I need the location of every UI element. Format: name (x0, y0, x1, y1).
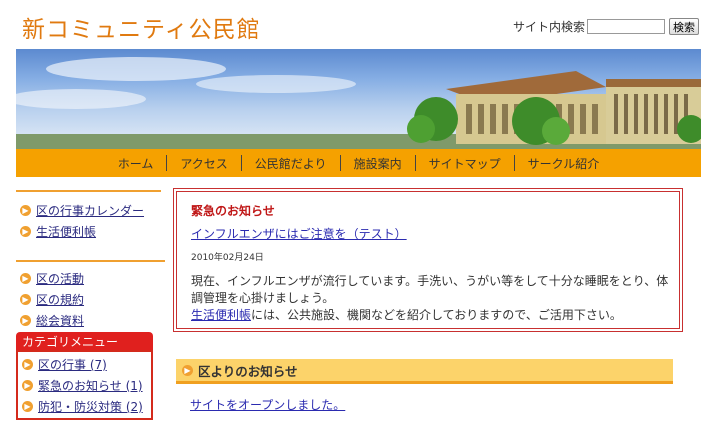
arrow-circle-icon: ▶ (22, 359, 33, 370)
site-search: サイト内検索 検索 (513, 18, 700, 35)
news-section-title: 区よりのお知らせ (198, 363, 298, 379)
sidebar-link[interactable]: 区の規約 (36, 291, 84, 308)
category-item-safety[interactable]: ▶ 防犯・防災対策 (2) (22, 396, 151, 417)
sidebar-link[interactable]: 区の活動 (36, 270, 84, 287)
nav-home[interactable]: ホーム (105, 155, 167, 172)
nav-access[interactable]: アクセス (167, 155, 240, 172)
search-button[interactable]: 検索 (669, 18, 700, 35)
site-title[interactable]: 新コミュニティ公民館 (22, 10, 261, 44)
sidebar-link[interactable]: 生活便利帳 (36, 223, 96, 240)
arrow-circle-icon: ▶ (20, 205, 31, 216)
category-item-events[interactable]: ▶ 区の行事 (7) (22, 354, 151, 375)
urgent-notice-date: 2010年02月24日 (191, 253, 264, 263)
sidebar-item-meeting-docs[interactable]: ▶ 総会資料 (20, 310, 165, 331)
news-item-link[interactable]: サイトをオープンしました。 (190, 396, 345, 413)
sidebar-item-activities[interactable]: ▶ 区の活動 (20, 268, 165, 289)
urgent-notice-link[interactable]: インフルエンザにはご注意を（テスト） (191, 225, 407, 242)
sidebar-group-2: ▶ 区の活動 ▶ 区の規約 ▶ 総会資料 (16, 260, 165, 331)
banner-illustration (16, 57, 701, 149)
urgent-body-line2: 生活便利帳には、公共施設、機関などを紹介しておりますので、ご活用下さい。 (191, 307, 671, 324)
handbook-link[interactable]: 生活便利帳 (191, 308, 251, 322)
arrow-circle-icon: ▶ (20, 226, 31, 237)
sidebar-item-handbook[interactable]: ▶ 生活便利帳 (20, 221, 161, 242)
urgent-body-text: 現在、インフルエンザが流行しています。手洗い、うがい等をして十分な睡眠をとり、体… (191, 274, 669, 305)
category-menu: ▶ 区の行事 (7) ▶ 緊急のお知らせ (1) ▶ 防犯・防災対策 (2) (16, 350, 153, 420)
sidebar-group-1: ▶ 区の行事カレンダー ▶ 生活便利帳 (16, 190, 161, 248)
urgent-notice-body: 現在、インフルエンザが流行しています。手洗い、うがい等をして十分な睡眠をとり、体… (191, 273, 671, 324)
arrow-circle-icon: ▶ (20, 315, 31, 326)
arrow-circle-icon: ▶ (20, 273, 31, 284)
main-nav: ホーム アクセス 公民館だより 施設案内 サイトマップ サークル紹介 (16, 149, 701, 177)
category-link[interactable]: 緊急のお知らせ (1) (38, 377, 143, 394)
nav-facilities[interactable]: 施設案内 (341, 155, 415, 172)
urgent-notice-box: 緊急のお知らせ インフルエンザにはご注意を（テスト） 2010年02月24日 現… (173, 188, 683, 332)
urgent-body-rest: には、公共施設、機関などを紹介しておりますので、ご活用下さい。 (251, 308, 622, 322)
arrow-circle-icon: ▶ (20, 294, 31, 305)
category-menu-title: カテゴリメニュー (16, 332, 153, 352)
sidebar: ▶ 区の行事カレンダー ▶ 生活便利帳 (16, 190, 161, 248)
search-input[interactable] (587, 19, 666, 34)
arrow-circle-icon: ▶ (182, 364, 193, 376)
category-item-urgent[interactable]: ▶ 緊急のお知らせ (1) (22, 375, 151, 396)
sidebar-link[interactable]: 区の行事カレンダー (36, 202, 144, 219)
header-banner (16, 49, 701, 149)
category-link[interactable]: 防犯・防災対策 (2) (38, 398, 143, 415)
sidebar-item-rules[interactable]: ▶ 区の規約 (20, 289, 165, 310)
arrow-circle-icon: ▶ (22, 380, 33, 391)
news-section-header: ▶ 区よりのお知らせ (176, 359, 673, 384)
nav-sitemap[interactable]: サイトマップ (416, 155, 514, 172)
sidebar-item-calendar[interactable]: ▶ 区の行事カレンダー (20, 200, 161, 221)
nav-newsletter[interactable]: 公民館だより (242, 155, 340, 172)
category-link[interactable]: 区の行事 (7) (38, 356, 107, 373)
arrow-circle-icon: ▶ (22, 401, 33, 412)
sidebar-link[interactable]: 総会資料 (36, 312, 84, 329)
urgent-notice-title: 緊急のお知らせ (191, 204, 275, 218)
search-label: サイト内検索 (513, 20, 586, 34)
nav-circles[interactable]: サークル紹介 (515, 155, 613, 172)
